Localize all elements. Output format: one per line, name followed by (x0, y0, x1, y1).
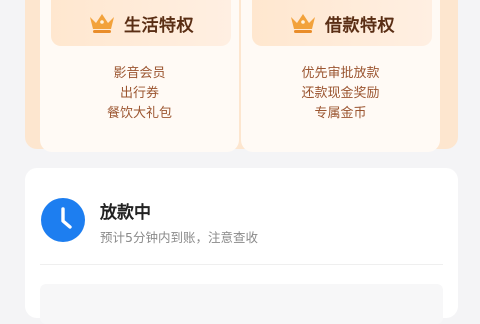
benefit-item: 还款现金奖励 (301, 86, 380, 101)
loan-benefit-list: 优先审批放款 还款现金奖励 专属金币 (241, 64, 440, 124)
status-detail-block (40, 284, 443, 324)
life-privilege-title: 生活特权 (124, 15, 194, 36)
crown-icon (291, 14, 315, 33)
life-privilege-card[interactable]: 生活特权 影音会员 出行券 餐饮大礼包 (40, 0, 239, 152)
clock-icon (41, 198, 85, 242)
benefit-item: 影音会员 (113, 66, 166, 81)
benefit-item: 优先审批放款 (301, 66, 380, 81)
benefit-item: 专属金币 (314, 106, 367, 121)
status-title: 放款中 (100, 203, 151, 223)
loan-privilege-title: 借款特权 (325, 15, 395, 36)
benefit-item: 餐饮大礼包 (106, 106, 172, 121)
divider (40, 264, 443, 265)
life-privilege-header: 生活特权 (51, 0, 231, 46)
status-subtitle: 预计5分钟内到账，注意查收 (100, 230, 258, 245)
life-benefit-list: 影音会员 出行券 餐饮大礼包 (40, 64, 239, 124)
loan-privilege-card[interactable]: 借款特权 优先审批放款 还款现金奖励 专属金币 (241, 0, 440, 152)
crown-icon (90, 14, 114, 33)
loan-status-card: 放款中 预计5分钟内到账，注意查收 (25, 168, 458, 324)
loan-privilege-header: 借款特权 (252, 0, 432, 46)
benefit-item: 出行券 (119, 86, 159, 101)
